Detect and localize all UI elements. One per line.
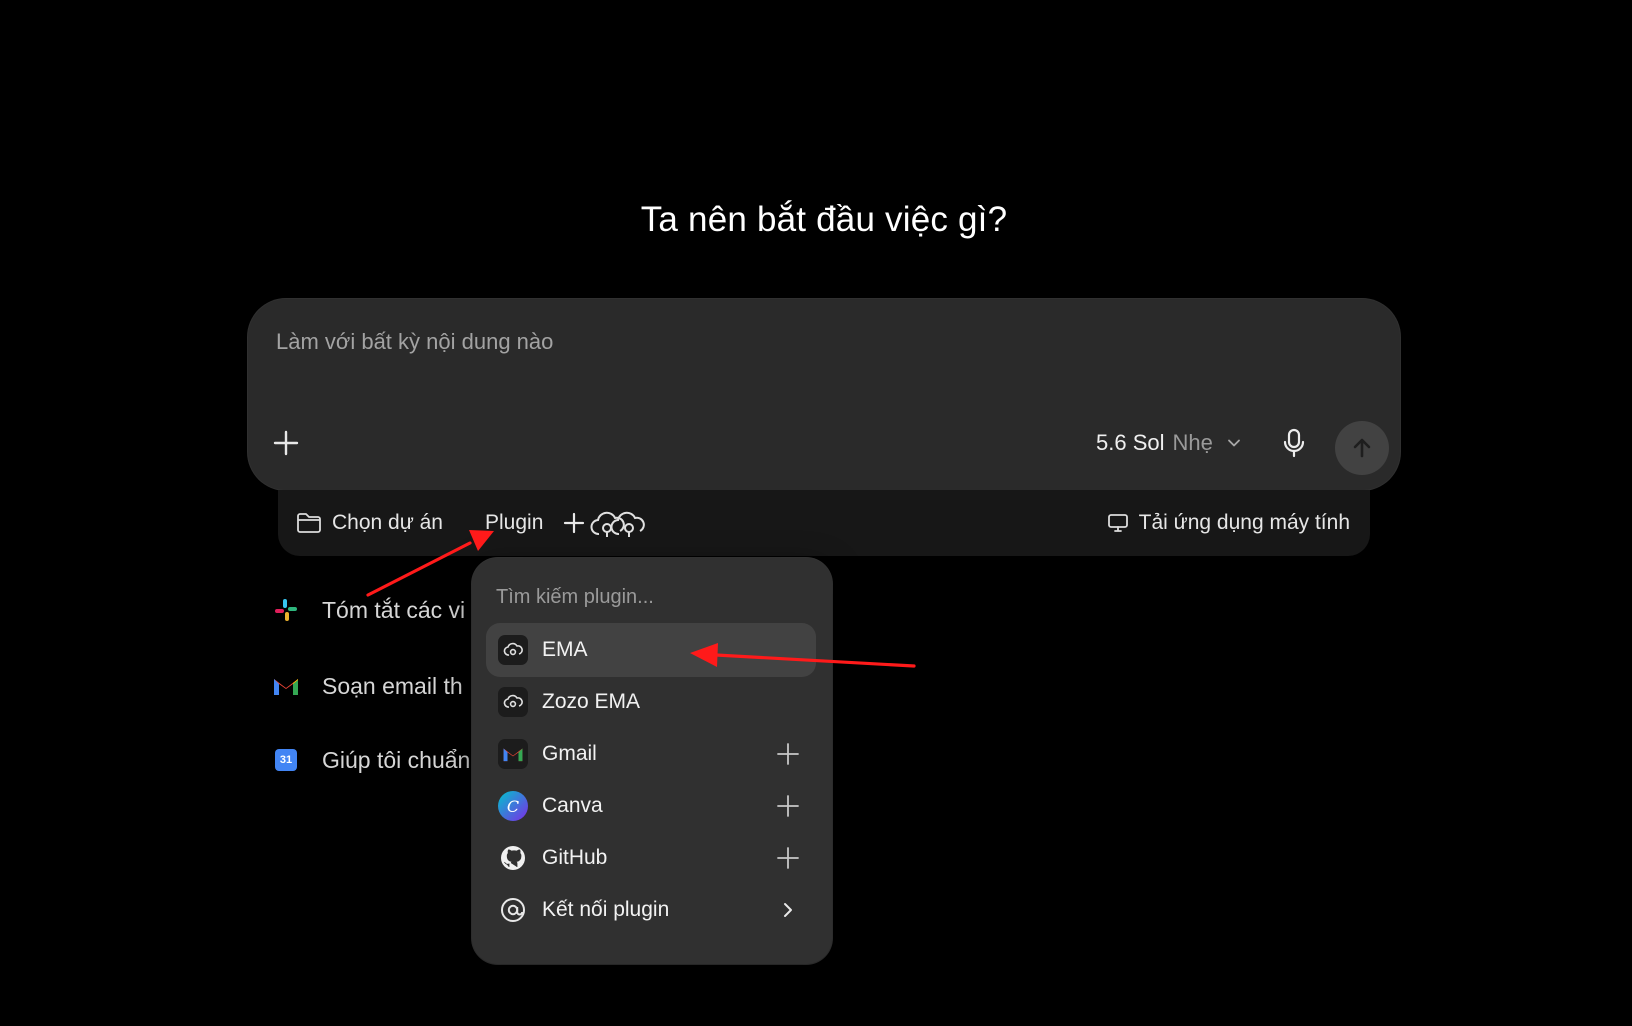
cloud-plugin-icon (590, 511, 645, 537)
prompt-input[interactable]: Làm với bất kỳ nội dung nào (276, 329, 553, 355)
prompt-composer[interactable]: Làm với bất kỳ nội dung nào 5.6 Sol Nhẹ (248, 299, 1400, 490)
at-sign-icon (498, 895, 528, 925)
gmail-icon (272, 672, 300, 700)
plugin-item-label: GitHub (542, 846, 608, 869)
plugin-item-gmail[interactable]: Gmail (486, 727, 816, 781)
plugin-item-github[interactable]: GitHub (486, 831, 816, 885)
suggestion-label: Giúp tôi chuẩn (322, 746, 471, 773)
plus-icon (273, 430, 299, 456)
plus-icon[interactable] (774, 740, 802, 768)
plugin-label: Plugin (485, 511, 544, 534)
monitor-icon (1107, 514, 1128, 532)
add-attachment-button[interactable] (268, 425, 304, 461)
cloud-plugin-icon (498, 687, 528, 717)
send-button[interactable] (1335, 421, 1389, 475)
choose-project-button[interactable]: Chọn dự án (296, 490, 443, 556)
slack-icon (272, 596, 300, 624)
chevron-down-icon (1227, 439, 1240, 447)
composer-toolbar: Chọn dự án Plugin Tải ứng dụng máy tính (278, 490, 1370, 556)
plugin-item-ema[interactable]: EMA (486, 623, 816, 677)
folder-icon (297, 513, 321, 533)
plugin-item-canva[interactable]: C Canva (486, 779, 816, 833)
microphone-icon (1283, 428, 1305, 458)
model-name: 5.6 Sol (1096, 430, 1165, 455)
plugin-menu: Tìm kiếm plugin... EMA Zozo EMA Gmail C … (472, 558, 832, 964)
plugin-item-connect[interactable]: Kết nối plugin (486, 883, 816, 937)
download-desktop-app-button[interactable]: Tải ứng dụng máy tính (1107, 490, 1350, 556)
plugin-item-label: Zozo EMA (542, 690, 641, 713)
github-icon (498, 843, 528, 873)
choose-project-label: Chọn dự án (332, 511, 443, 534)
plus-icon (563, 512, 585, 534)
plugin-item-label: Gmail (542, 742, 597, 765)
plugin-item-label: Canva (542, 794, 603, 817)
plugin-item-zozo-ema[interactable]: Zozo EMA (486, 675, 816, 729)
chevron-right-icon (774, 896, 802, 924)
suggestion-label: Soạn email th (322, 672, 463, 699)
page-title: Ta nên bắt đầu việc gì? (640, 200, 1008, 239)
cloud-plugin-icon (498, 635, 528, 665)
plus-icon[interactable] (774, 792, 802, 820)
calendar-icon-text: 31 (275, 749, 297, 771)
calendar-icon: 31 (272, 746, 300, 774)
gmail-icon (498, 739, 528, 769)
microphone-button[interactable] (1276, 425, 1312, 461)
page: Ta nên bắt đầu việc gì? Làm với bất kỳ n… (0, 0, 1632, 1026)
plugin-item-label: EMA (542, 638, 588, 661)
download-desktop-app-label: Tải ứng dụng máy tính (1138, 511, 1350, 534)
suggestion-label: Tóm tắt các vi (322, 596, 466, 623)
plugin-button[interactable]: Plugin (485, 490, 543, 556)
canva-icon: C (498, 791, 528, 821)
model-selector[interactable]: 5.6 Sol Nhẹ (1096, 423, 1243, 463)
plugin-item-label: Kết nối plugin (542, 898, 670, 921)
arrow-up-icon (1353, 438, 1371, 458)
add-plugin-button[interactable] (563, 490, 649, 556)
plugin-search-input[interactable]: Tìm kiếm plugin... (496, 586, 654, 609)
model-mode: Nhẹ (1172, 430, 1213, 455)
plus-icon[interactable] (774, 844, 802, 872)
